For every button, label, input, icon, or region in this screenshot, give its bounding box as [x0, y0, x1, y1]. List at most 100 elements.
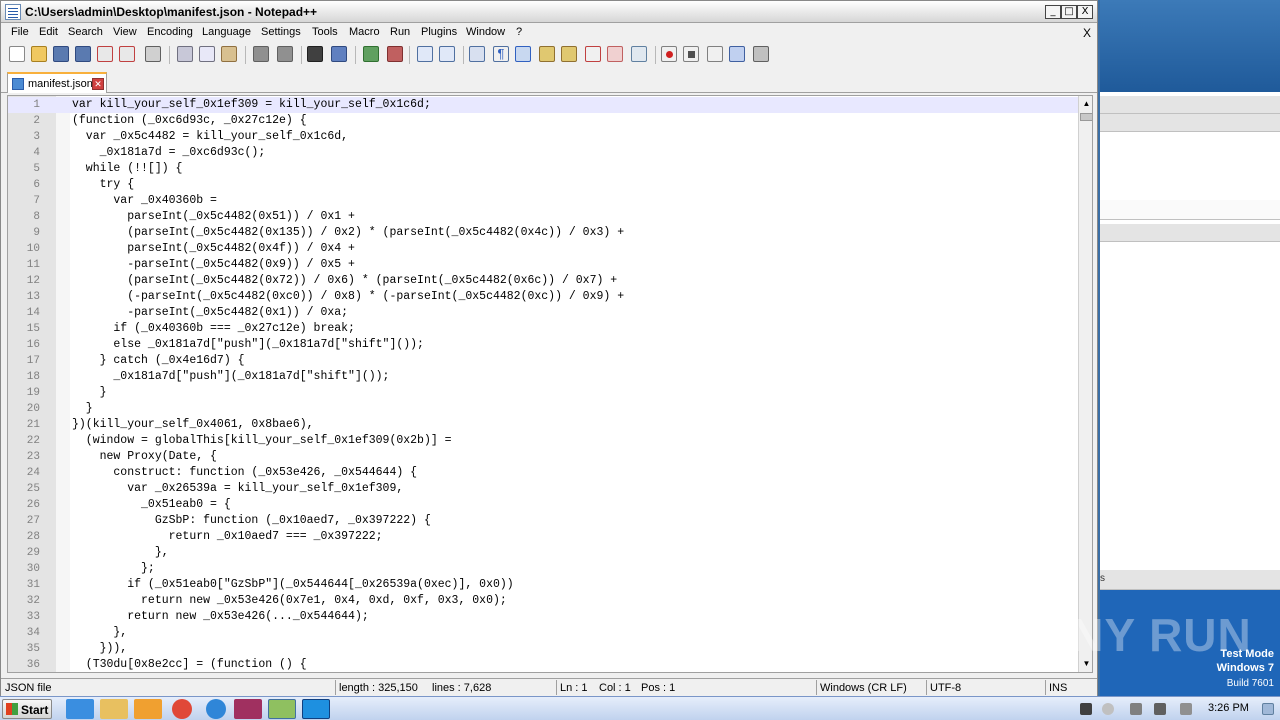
monitoring-icon[interactable] — [607, 46, 623, 62]
stop-record-icon[interactable] — [683, 46, 699, 62]
clock[interactable]: 3:26 PM — [1208, 702, 1249, 714]
code-line[interactable]: 1 var kill_your_self_0x1ef309 = kill_your… — [8, 97, 1078, 113]
folder-workspace-icon[interactable] — [585, 46, 601, 62]
show-hidden-icons-icon[interactable] — [1080, 703, 1092, 715]
menu-help[interactable]: ? — [516, 26, 522, 38]
code-text[interactable]: (parseInt(_0x5c4482(0x72)) / 0x6) * (par… — [72, 273, 617, 289]
menu-window[interactable]: Window — [466, 26, 505, 38]
explorer-icon[interactable] — [100, 699, 128, 719]
code-line[interactable]: 12 (parseInt(_0x5c4482(0x72)) / 0x6) * (… — [8, 273, 1078, 289]
code-line[interactable]: 33 return new _0x53e426(..._0x544644); — [8, 609, 1078, 625]
scroll-thumb[interactable] — [1080, 113, 1092, 121]
menu-search[interactable]: Search — [68, 26, 103, 38]
notepadpp-icon[interactable] — [268, 699, 296, 719]
save-macro-icon[interactable] — [753, 46, 769, 62]
code-line[interactable]: 22 (window = globalThis[kill_your_self_0… — [8, 433, 1078, 449]
indent-guide-icon[interactable] — [515, 46, 531, 62]
code-line[interactable]: 26 _0x51eab0 = { — [8, 497, 1078, 513]
code-line[interactable]: 3 var _0x5c4482 = kill_your_self_0x1c6d, — [8, 129, 1078, 145]
eye-icon[interactable] — [631, 46, 647, 62]
replace-icon[interactable] — [331, 46, 347, 62]
code-line[interactable]: 13 (-parseInt(_0x5c4482(0xc0)) / 0x8) * … — [8, 289, 1078, 305]
code-text[interactable]: return _0x10aed7 === _0x397222; — [72, 529, 383, 545]
media-player-icon[interactable] — [134, 699, 162, 719]
code-text[interactable]: } — [72, 385, 107, 401]
code-text[interactable]: (-parseInt(_0x5c4482(0xc0)) / 0x8) * (-p… — [72, 289, 624, 305]
code-text[interactable]: while (!![]) { — [72, 161, 183, 177]
close-button[interactable]: X — [1077, 5, 1093, 19]
save-icon[interactable] — [53, 46, 69, 62]
print-icon[interactable] — [145, 46, 161, 62]
ie-icon[interactable] — [66, 699, 94, 719]
code-line[interactable]: 11 -parseInt(_0x5c4482(0x9)) / 0x5 + — [8, 257, 1078, 273]
code-text[interactable]: var kill_your_self_0x1ef309 = kill_your_… — [72, 97, 431, 113]
function-list-icon[interactable] — [561, 46, 577, 62]
redo-icon[interactable] — [277, 46, 293, 62]
zoom-out-icon[interactable] — [387, 46, 403, 62]
code-line[interactable]: 5 while (!![]) { — [8, 161, 1078, 177]
volume-icon[interactable] — [1130, 703, 1142, 715]
code-line[interactable]: 27 GzSbP: function (_0x10aed7, _0x397222… — [8, 513, 1078, 529]
code-text[interactable]: _0x181a7d["push"](_0x181a7d["shift"]()); — [72, 369, 389, 385]
menu-run[interactable]: Run — [390, 26, 410, 38]
network-icon[interactable] — [1154, 703, 1166, 715]
code-line[interactable]: 15 if (_0x40360b === _0x27c12e) break; — [8, 321, 1078, 337]
code-text[interactable]: -parseInt(_0x5c4482(0x9)) / 0x5 + — [72, 257, 355, 273]
chrome-icon[interactable] — [172, 699, 192, 719]
menu-view[interactable]: View — [113, 26, 137, 38]
maximize-button[interactable]: □ — [1061, 5, 1077, 19]
code-text[interactable]: try { — [72, 177, 135, 193]
code-line[interactable]: 9 (parseInt(_0x5c4482(0x135)) / 0x2) * (… — [8, 225, 1078, 241]
cut-icon[interactable] — [177, 46, 193, 62]
undo-icon[interactable] — [253, 46, 269, 62]
code-text[interactable]: var _0x5c4482 = kill_your_self_0x1c6d, — [72, 129, 348, 145]
menu-tools[interactable]: Tools — [312, 26, 338, 38]
code-text[interactable]: parseInt(_0x5c4482(0x51)) / 0x1 + — [72, 209, 355, 225]
code-text[interactable]: (parseInt(_0x5c4482(0x135)) / 0x2) * (pa… — [72, 225, 624, 241]
play-macro-icon[interactable] — [707, 46, 723, 62]
title-bar[interactable]: C:\Users\admin\Desktop\manifest.json - N… — [1, 1, 1097, 23]
code-editor[interactable]: 1 var kill_your_self_0x1ef309 = kill_your… — [7, 95, 1093, 673]
menu-language[interactable]: Language — [202, 26, 251, 38]
new-file-icon[interactable] — [9, 46, 25, 62]
menu-file[interactable]: File — [11, 26, 29, 38]
code-line[interactable]: 21})(kill_your_self_0x4061, 0x8bae6), — [8, 417, 1078, 433]
code-text[interactable]: if (_0x51eab0["GzSbP"](_0x544644[_0x2653… — [72, 577, 513, 593]
edge-icon[interactable] — [206, 699, 226, 719]
code-text[interactable]: construct: function (_0x53e426, _0x54464… — [72, 465, 417, 481]
code-text[interactable]: return new _0x53e426(..._0x544644); — [72, 609, 369, 625]
close-all-icon[interactable] — [119, 46, 135, 62]
code-line[interactable]: 6 try { — [8, 177, 1078, 193]
record-macro-icon[interactable] — [661, 46, 677, 62]
code-text[interactable]: _0x181a7d = _0xc6d93c(); — [72, 145, 266, 161]
code-line[interactable]: 20 } — [8, 401, 1078, 417]
code-line[interactable]: 35 })), — [8, 641, 1078, 657]
code-line[interactable]: 28 return _0x10aed7 === _0x397222; — [8, 529, 1078, 545]
menu-plugins[interactable]: Plugins — [421, 26, 457, 38]
tab-manifest-json[interactable]: manifest.json ✕ — [7, 72, 107, 93]
scroll-up-icon[interactable]: ▲ — [1079, 96, 1092, 112]
close-document-button[interactable]: X — [1083, 26, 1091, 40]
code-text[interactable]: var _0x26539a = kill_your_self_0x1ef309, — [72, 481, 403, 497]
code-line[interactable]: 2 (function (_0xc6d93c, _0x27c12e) { — [8, 113, 1078, 129]
code-text[interactable]: }, — [72, 545, 169, 561]
code-text[interactable]: }; — [72, 561, 155, 577]
run-macro-multiple-icon[interactable] — [729, 46, 745, 62]
word-wrap-icon[interactable] — [469, 46, 485, 62]
code-line[interactable]: 4 _0x181a7d = _0xc6d93c(); — [8, 145, 1078, 161]
code-text[interactable]: return new _0x53e426(0x7e1, 0x4, 0xd, 0x… — [72, 593, 507, 609]
find-icon[interactable] — [307, 46, 323, 62]
tray-app-icon[interactable] — [1102, 703, 1114, 715]
tab-close-icon[interactable]: ✕ — [92, 78, 104, 90]
code-text[interactable]: (function (_0xc6d93c, _0x27c12e) { — [72, 113, 307, 129]
show-desktop-button[interactable] — [1262, 703, 1274, 715]
code-line[interactable]: 30 }; — [8, 561, 1078, 577]
close-icon[interactable] — [97, 46, 113, 62]
menu-macro[interactable]: Macro — [349, 26, 380, 38]
zoom-in-icon[interactable] — [363, 46, 379, 62]
code-text[interactable]: if (_0x40360b === _0x27c12e) break; — [72, 321, 355, 337]
code-text[interactable]: (T30du[0x8e2cc] = (function () { — [72, 657, 307, 672]
save-all-icon[interactable] — [75, 46, 91, 62]
code-line[interactable]: 10 parseInt(_0x5c4482(0x4f)) / 0x4 + — [8, 241, 1078, 257]
minimize-button[interactable]: _ — [1045, 5, 1061, 19]
